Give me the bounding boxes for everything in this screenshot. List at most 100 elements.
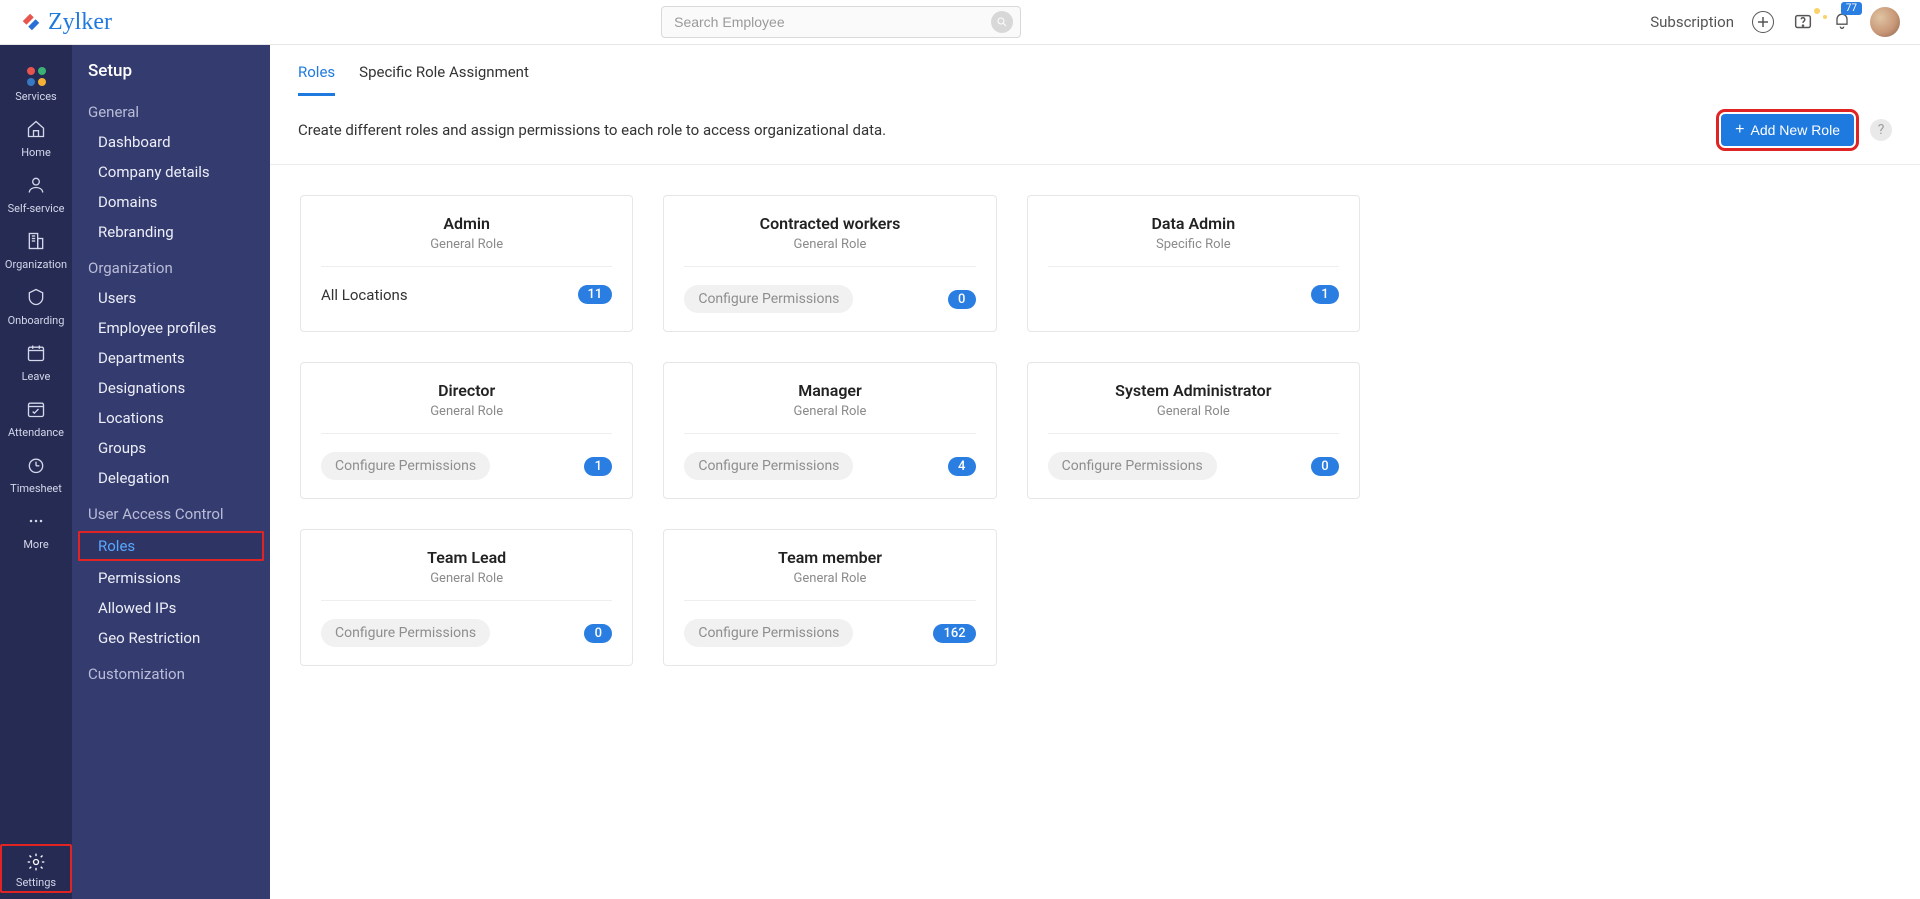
sidepanel-link-allowed-ips[interactable]: Allowed IPs bbox=[72, 593, 270, 623]
rail-item-home[interactable]: Home bbox=[0, 111, 72, 167]
role-card[interactable]: System Administrator General Role Configur… bbox=[1027, 362, 1360, 499]
role-count-badge: 0 bbox=[948, 290, 976, 309]
role-count-badge: 1 bbox=[584, 457, 612, 476]
content-area: Roles Specific Role Assignment Create dif… bbox=[270, 45, 1920, 899]
tab-specific-role-assignment[interactable]: Specific Role Assignment bbox=[359, 63, 529, 96]
rail-item-services[interactable]: Services bbox=[0, 59, 72, 111]
sidepanel-section: User Access Control bbox=[72, 493, 270, 529]
sidepanel-section: Customization bbox=[72, 653, 270, 689]
sidepanel-link-departments[interactable]: Departments bbox=[72, 343, 270, 373]
help-icon[interactable] bbox=[1792, 11, 1814, 33]
add-button-label: Add New Role bbox=[1751, 122, 1841, 138]
role-card[interactable]: Data AdminSpecific Role1 bbox=[1027, 195, 1360, 332]
sidepanel-link-permissions[interactable]: Permissions bbox=[72, 563, 270, 593]
role-name: Team member bbox=[684, 548, 975, 567]
rail-label: Self-service bbox=[8, 202, 65, 215]
role-type: General Role bbox=[321, 404, 612, 434]
context-help-icon[interactable]: ? bbox=[1870, 119, 1892, 141]
add-icon[interactable] bbox=[1752, 11, 1774, 33]
rail-label: More bbox=[23, 538, 48, 551]
rail-label: Organization bbox=[5, 258, 67, 271]
rail-item-attendance[interactable]: Attendance bbox=[0, 391, 72, 447]
role-card[interactable]: ManagerGeneral RoleConfigure Permissions… bbox=[663, 362, 996, 499]
leave-icon bbox=[26, 343, 46, 366]
role-name: System Administrator bbox=[1048, 381, 1339, 400]
sidepanel-link-delegation[interactable]: Delegation bbox=[72, 463, 270, 493]
sidepanel-link-dashboard[interactable]: Dashboard bbox=[72, 127, 270, 157]
role-count-badge: 11 bbox=[578, 285, 613, 304]
sidepanel-link-roles[interactable]: Roles bbox=[78, 531, 264, 561]
onboarding-icon bbox=[26, 287, 46, 310]
role-name: Contracted workers bbox=[684, 214, 975, 233]
configure-permissions-button[interactable]: Configure Permissions bbox=[1048, 452, 1217, 480]
configure-permissions-button[interactable]: Configure Permissions bbox=[684, 452, 853, 480]
rail-label: Onboarding bbox=[8, 314, 65, 327]
rail-item-organization[interactable]: Organization bbox=[0, 223, 72, 279]
role-type: General Role bbox=[684, 571, 975, 601]
rail-label: Attendance bbox=[8, 426, 64, 439]
notification-count-badge: 77 bbox=[1841, 2, 1862, 15]
nav-rail: ServicesHome Self-service Organization Onbo… bbox=[0, 45, 72, 899]
sidepanel-link-rebranding[interactable]: Rebranding bbox=[72, 217, 270, 247]
notifications-icon[interactable]: 77 bbox=[1832, 10, 1852, 34]
role-name: Team Lead bbox=[321, 548, 612, 567]
configure-permissions-button[interactable]: Configure Permissions bbox=[684, 285, 853, 313]
sidepanel-heading: Setup bbox=[72, 45, 270, 91]
setup-sidepanel: Setup GeneralDashboardCompany detailsDom… bbox=[72, 45, 270, 899]
more-icon bbox=[26, 511, 46, 534]
rail-item-leave[interactable]: Leave bbox=[0, 335, 72, 391]
add-new-role-button[interactable]: + Add New Role bbox=[1721, 114, 1854, 146]
rail-item-timesheet[interactable]: Timesheet bbox=[0, 447, 72, 503]
organization-icon bbox=[26, 231, 46, 254]
avatar[interactable] bbox=[1870, 7, 1900, 37]
sidepanel-link-geo-restriction[interactable]: Geo Restriction bbox=[72, 623, 270, 653]
services-icon bbox=[27, 67, 46, 86]
role-card[interactable]: AdminGeneral RoleAll Locations11 bbox=[300, 195, 633, 332]
role-type: General Role bbox=[321, 571, 612, 601]
role-count-badge: 0 bbox=[1311, 457, 1339, 476]
configure-permissions-button[interactable]: Configure Permissions bbox=[321, 452, 490, 480]
topbar-right: Subscription 77 bbox=[1650, 7, 1900, 37]
rail-item-onboarding[interactable]: Onboarding bbox=[0, 279, 72, 335]
rail-label: Leave bbox=[22, 370, 51, 383]
rail-item-more[interactable]: More bbox=[0, 503, 72, 559]
brand-logo[interactable]: Zylker bbox=[20, 9, 112, 36]
sidepanel-link-designations[interactable]: Designations bbox=[72, 373, 270, 403]
role-card[interactable]: Team member General Role Configure Permiss… bbox=[663, 529, 996, 666]
role-type: Specific Role bbox=[1048, 237, 1339, 267]
sidepanel-link-employee-profiles[interactable]: Employee profiles bbox=[72, 313, 270, 343]
selfservice-icon bbox=[26, 175, 46, 198]
sidepanel-link-locations[interactable]: Locations bbox=[72, 403, 270, 433]
rail-label: Settings bbox=[16, 876, 56, 889]
search-input[interactable] bbox=[661, 6, 1021, 38]
rail-item-selfservice[interactable]: Self-service bbox=[0, 167, 72, 223]
configure-permissions-button[interactable]: Configure Permissions bbox=[321, 619, 490, 647]
sidepanel-section: Organization bbox=[72, 247, 270, 283]
sidepanel-link-company-details[interactable]: Company details bbox=[72, 157, 270, 187]
role-name: Data Admin bbox=[1048, 214, 1339, 233]
role-count-badge: 162 bbox=[933, 624, 975, 643]
brand-mark-icon bbox=[20, 11, 42, 33]
subscription-link[interactable]: Subscription bbox=[1650, 13, 1734, 31]
role-name: Manager bbox=[684, 381, 975, 400]
sidepanel-link-users[interactable]: Users bbox=[72, 283, 270, 313]
tab-roles[interactable]: Roles bbox=[298, 63, 335, 96]
sidepanel-link-domains[interactable]: Domains bbox=[72, 187, 270, 217]
role-type: General Role bbox=[321, 237, 612, 267]
topbar: Zylker Subscription 77 bbox=[0, 0, 1920, 45]
timesheet-icon bbox=[26, 455, 46, 478]
sidepanel-link-groups[interactable]: Groups bbox=[72, 433, 270, 463]
page-description: Create different roles and assign permis… bbox=[298, 121, 886, 139]
role-card[interactable]: DirectorGeneral RoleConfigure Permission… bbox=[300, 362, 633, 499]
rail-item-settings[interactable]: Settings bbox=[0, 844, 72, 893]
role-type: General Role bbox=[1048, 404, 1339, 434]
role-card[interactable]: Team Lead General Role Configure Permissio… bbox=[300, 529, 633, 666]
rail-label: Timesheet bbox=[10, 482, 62, 495]
sub-header: Create different roles and assign permis… bbox=[270, 96, 1920, 165]
brand-name: Zylker bbox=[48, 9, 112, 36]
home-icon bbox=[26, 119, 46, 142]
role-card[interactable]: Contracted workersGeneral RoleConfigure … bbox=[663, 195, 996, 332]
configure-permissions-button[interactable]: Configure Permissions bbox=[684, 619, 853, 647]
search-icon[interactable] bbox=[991, 11, 1013, 33]
plus-icon: + bbox=[1735, 122, 1744, 138]
